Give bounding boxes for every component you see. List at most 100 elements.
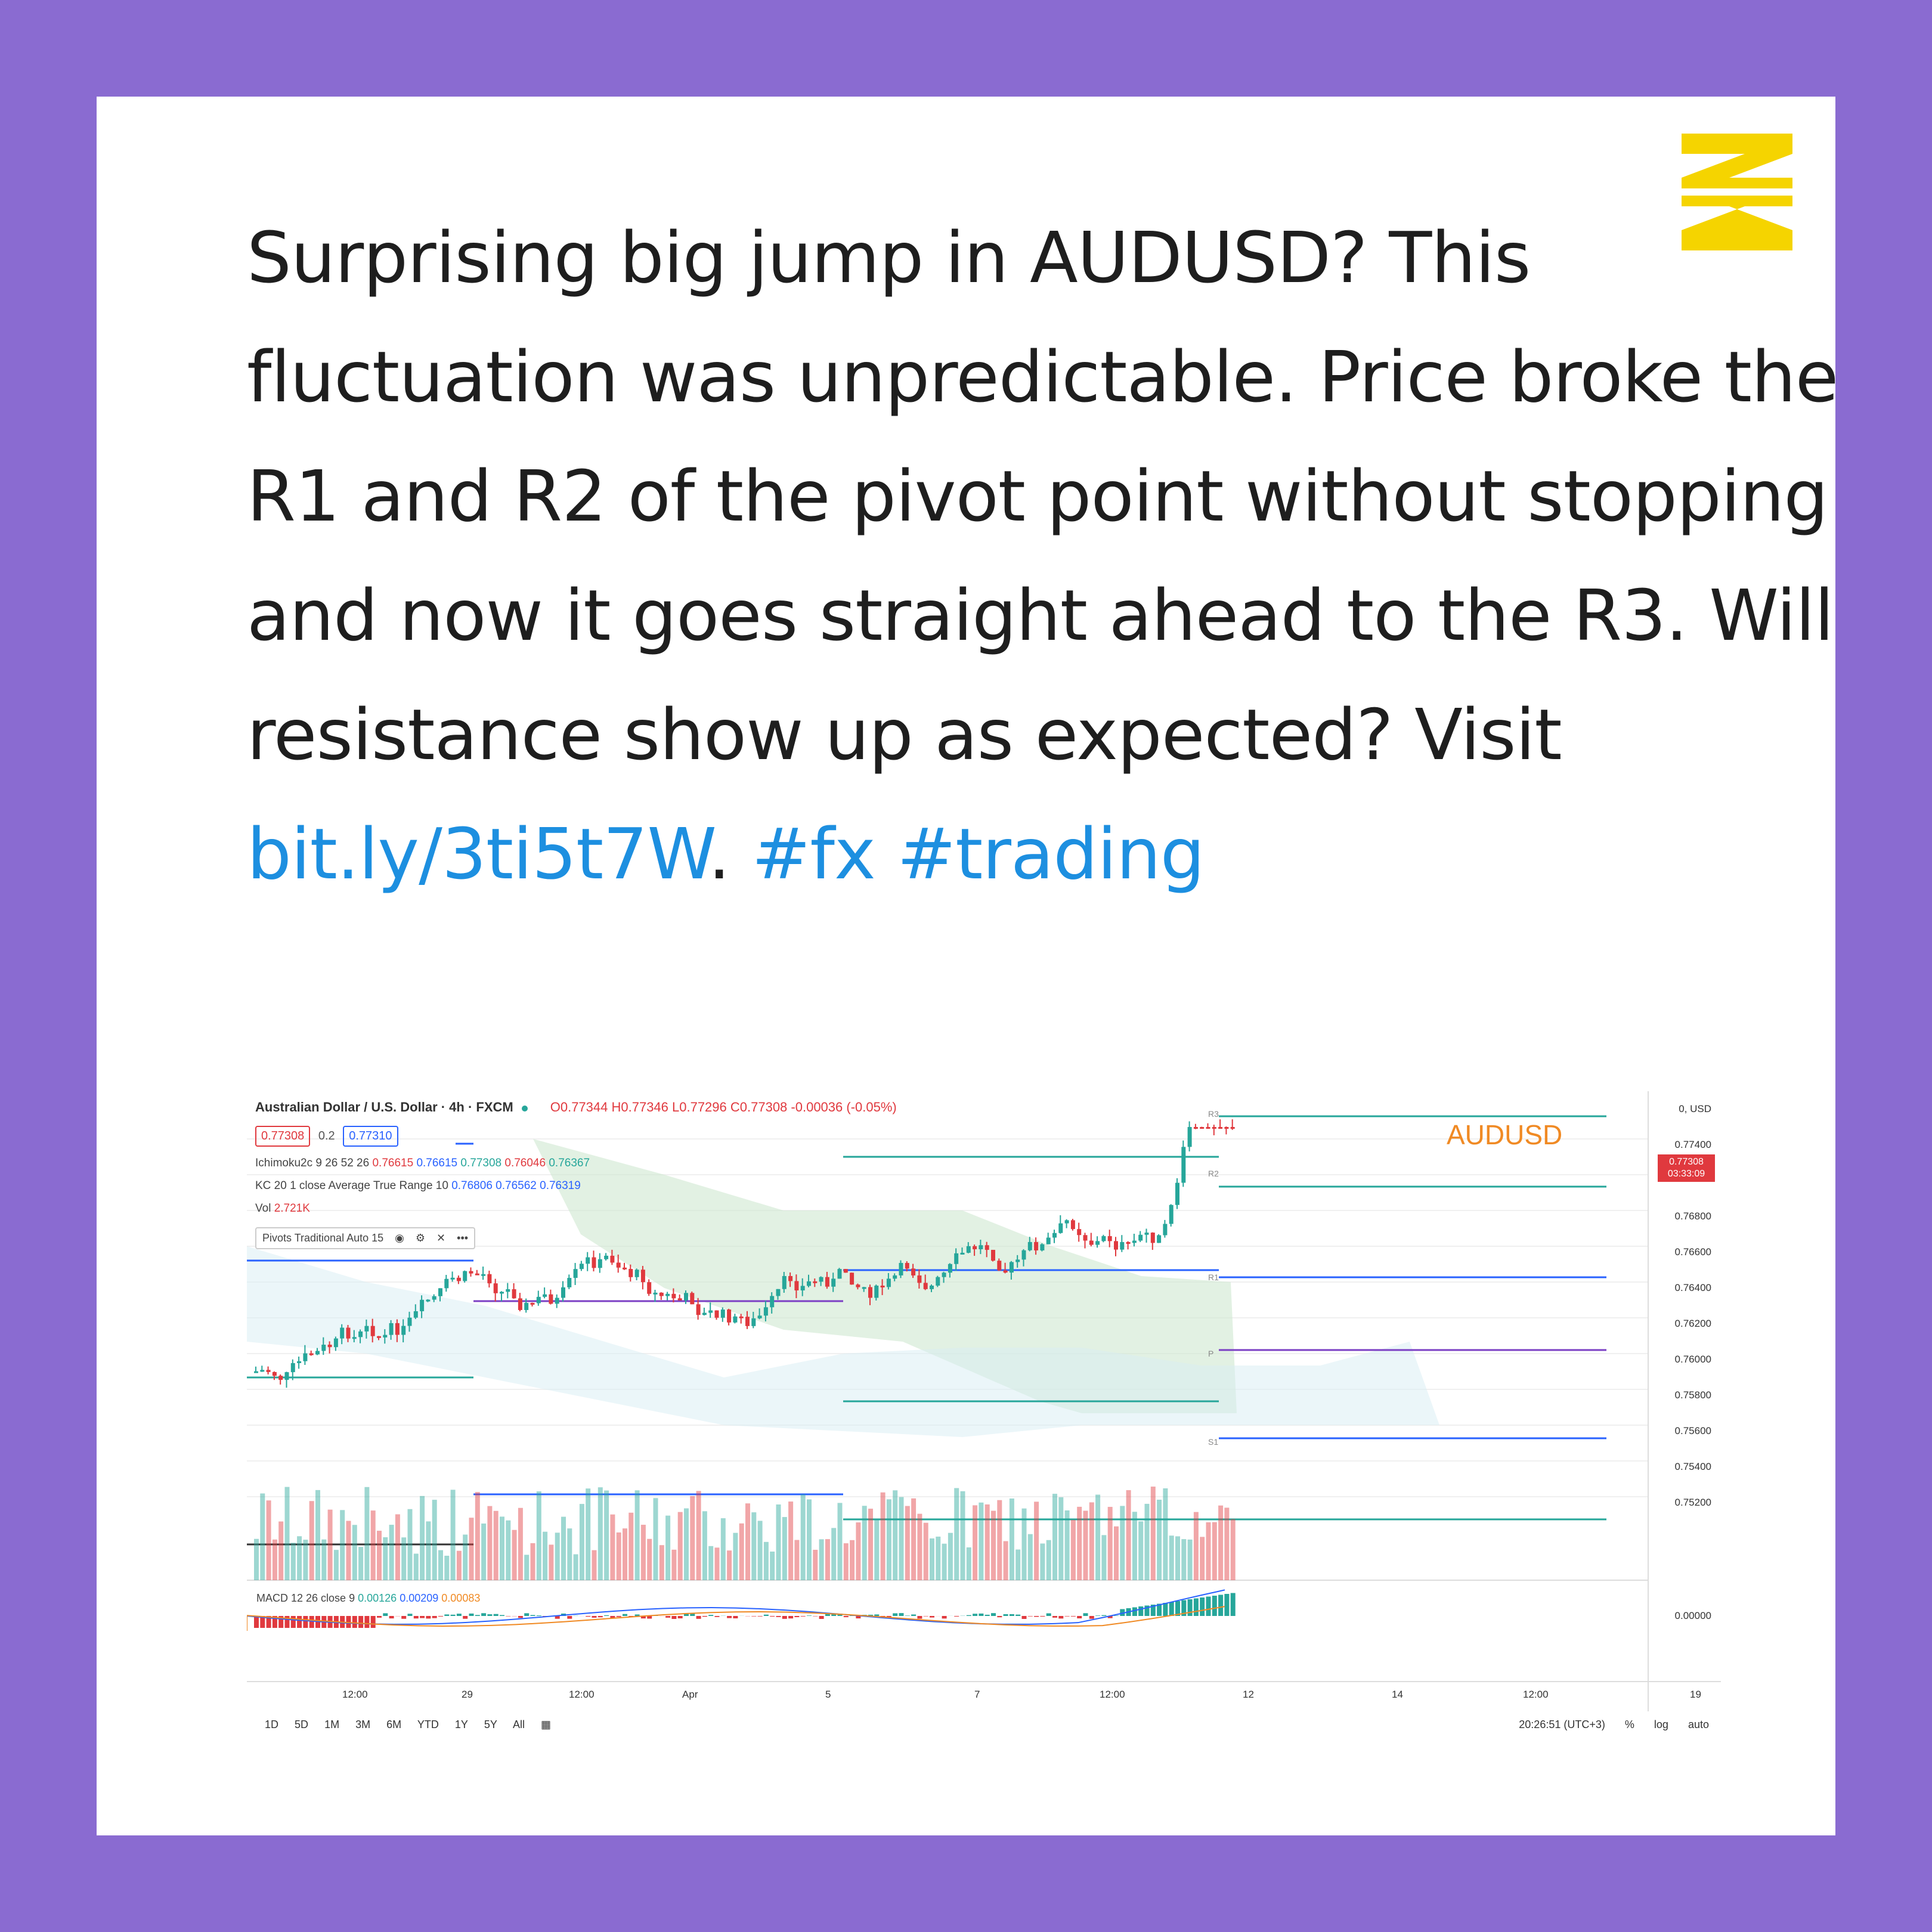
indicator-kc[interactable]: KC 20 1 close Average True Range 10 0.76… — [255, 1179, 581, 1193]
ohlc-readout: O0.77344 H0.77346 L0.77296 C0.77308 -0.0… — [550, 1100, 897, 1114]
volume-bar — [979, 1502, 984, 1580]
candle-body — [407, 1317, 412, 1326]
macd-histogram-bar — [813, 1616, 818, 1617]
pivots-indicator-box[interactable]: Pivots Traditional Auto 15 ◉ ⚙ ✕ ••• — [255, 1227, 476, 1249]
volume-bar — [1046, 1540, 1051, 1580]
volume-bar — [506, 1520, 511, 1580]
candle-body — [506, 1289, 510, 1292]
close-icon[interactable]: ✕ — [436, 1232, 445, 1244]
post-card: Surprising big jump in AUDUSD? This fluc… — [97, 97, 1838, 1835]
volume-bar — [991, 1510, 996, 1580]
volume-bar — [321, 1539, 327, 1580]
macd-histogram-bar — [487, 1614, 493, 1616]
macd-histogram-bar — [1034, 1616, 1039, 1617]
candle-body — [597, 1259, 602, 1268]
volume-bar — [1206, 1522, 1211, 1580]
candle-body — [997, 1261, 1002, 1271]
calendar-icon[interactable]: ▦ — [541, 1719, 551, 1730]
auto-toggle[interactable]: auto — [1688, 1719, 1709, 1730]
macd-legend[interactable]: MACD 12 26 close 9 0.00126 0.00209 0.000… — [256, 1592, 480, 1605]
range-5y[interactable]: 5Y — [484, 1719, 497, 1730]
volume-bar — [653, 1498, 658, 1580]
range-selector: 1D 5D 1M 3M 6M YTD 1Y 5Y All ▦ — [265, 1719, 564, 1731]
volume-bar — [364, 1487, 370, 1580]
range-ytd[interactable]: YTD — [417, 1719, 439, 1730]
macd-histogram-bar — [1132, 1607, 1137, 1616]
macd-histogram-bar — [309, 1616, 314, 1628]
log-toggle[interactable]: log — [1654, 1719, 1668, 1730]
volume-bar — [561, 1516, 566, 1580]
clock-readout[interactable]: 20:26:51 (UTC+3) — [1519, 1719, 1605, 1730]
volume-bar — [1175, 1536, 1180, 1580]
volume-bar — [733, 1532, 738, 1580]
range-1d[interactable]: 1D — [265, 1719, 278, 1730]
volume-bar — [567, 1528, 572, 1580]
time-axis-label: 12:00 — [342, 1689, 368, 1700]
ask-button[interactable]: 0.77310 — [343, 1126, 398, 1147]
candle-body — [389, 1323, 394, 1335]
range-1m[interactable]: 1M — [324, 1719, 339, 1730]
candle-body — [800, 1286, 805, 1291]
kc-v2: 0.76562 — [496, 1179, 537, 1192]
macd-histogram-bar — [665, 1616, 671, 1618]
last-price-tag: 0.77308 03:33:09 — [1658, 1154, 1715, 1182]
candle-body — [966, 1246, 971, 1253]
macd-histogram-bar — [1230, 1593, 1236, 1616]
candle-body — [518, 1298, 522, 1310]
candle-body — [923, 1283, 928, 1289]
volume-bar — [481, 1523, 487, 1580]
volume-bar — [690, 1496, 695, 1580]
macd-histogram-bar — [819, 1616, 824, 1619]
macd-c: 0.00083 — [441, 1592, 481, 1604]
candle-body — [315, 1351, 320, 1355]
volume-bar — [450, 1490, 456, 1580]
candle-body — [254, 1371, 258, 1373]
ichimoku-v5: 0.76367 — [549, 1157, 590, 1169]
candle-body — [481, 1274, 486, 1276]
macd-histogram-bar — [930, 1616, 934, 1618]
candle-body — [493, 1283, 498, 1293]
candle-body — [297, 1361, 302, 1363]
percent-toggle[interactable]: % — [1625, 1719, 1634, 1730]
volume-bar — [469, 1518, 474, 1580]
candle-body — [1163, 1224, 1168, 1236]
volume-bar — [1015, 1549, 1021, 1580]
macd-histogram-bar — [991, 1613, 996, 1616]
range-3m[interactable]: 3M — [355, 1719, 370, 1730]
range-6m[interactable]: 6M — [386, 1719, 401, 1730]
candle-body — [1064, 1220, 1069, 1224]
settings-icon[interactable]: ⚙ — [416, 1232, 425, 1244]
range-1y[interactable]: 1Y — [455, 1719, 468, 1730]
macd-histogram-bar — [1138, 1606, 1144, 1616]
range-all[interactable]: All — [513, 1719, 525, 1730]
eye-icon[interactable]: ◉ — [395, 1232, 404, 1244]
volume-bar — [973, 1505, 978, 1580]
volume-bar — [1089, 1502, 1094, 1580]
post-link[interactable]: bit.ly/3ti5t7W — [247, 813, 709, 895]
candle-body — [1200, 1127, 1205, 1129]
volume-bar — [260, 1493, 265, 1580]
candle-body — [413, 1311, 418, 1318]
bid-button[interactable]: 0.77308 — [255, 1126, 311, 1147]
pivot-r2-label: R2 — [1208, 1169, 1219, 1178]
macd-histogram-bar — [714, 1616, 720, 1617]
more-icon[interactable]: ••• — [457, 1232, 468, 1244]
macd-histogram-bar — [254, 1616, 259, 1628]
range-5d[interactable]: 5D — [295, 1719, 308, 1730]
macd-histogram-bar — [997, 1616, 1002, 1618]
pivots-label: Pivots Traditional Auto 15 — [262, 1232, 384, 1244]
candle-body — [831, 1278, 836, 1287]
volume-bar — [868, 1509, 873, 1580]
candle-body — [936, 1277, 940, 1286]
post-link-punct: . — [708, 813, 752, 895]
volume-bar — [432, 1500, 437, 1580]
candle-body — [260, 1370, 265, 1372]
candle-body — [1230, 1127, 1235, 1129]
candle-body — [843, 1269, 848, 1273]
indicator-ichimoku[interactable]: Ichimoku2c 9 26 52 26 0.76615 0.76615 0.… — [255, 1157, 590, 1170]
currency-label[interactable]: 0, USD — [1679, 1103, 1711, 1115]
hashtag-fx[interactable]: #fx — [752, 813, 876, 895]
volume-bar — [487, 1506, 493, 1580]
indicator-vol[interactable]: Vol 2.721K — [255, 1202, 310, 1215]
hashtag-trading[interactable]: #trading — [897, 813, 1205, 895]
